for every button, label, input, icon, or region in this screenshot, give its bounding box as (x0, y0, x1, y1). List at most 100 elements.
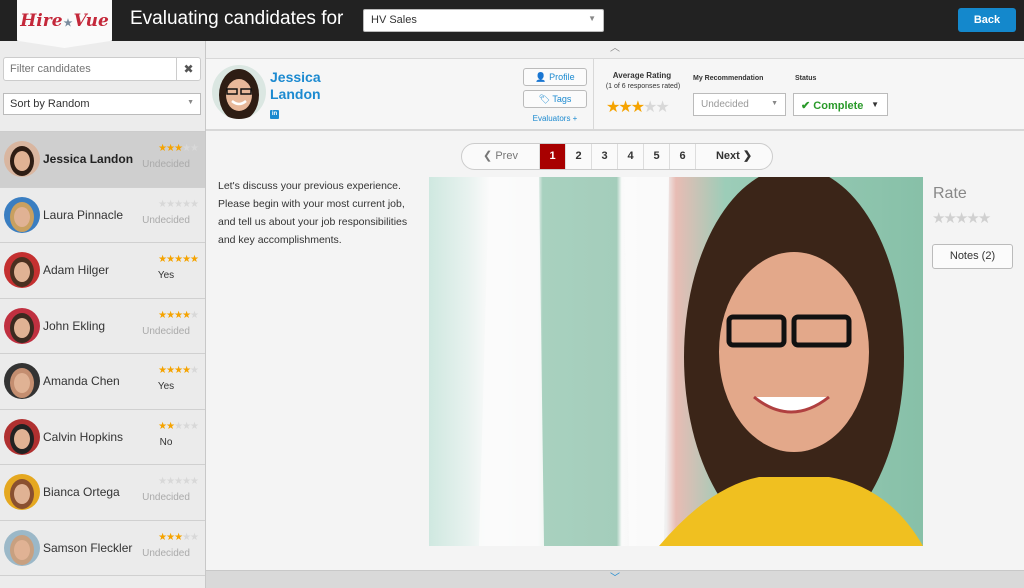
chevron-down-icon: ▼ (588, 14, 596, 23)
star-icon: ★ (182, 531, 191, 543)
candidate-rating-stars: ★★★★★ (158, 531, 199, 543)
star-icon: ★ (166, 254, 175, 265)
star-icon: ★ (182, 198, 191, 210)
star-icon: ★ (190, 420, 199, 432)
candidate-rating-stars: ★★★★★ (158, 420, 199, 432)
candidate-first-name: Jessica (270, 69, 321, 85)
candidate-name: Laura Pinnacle (43, 207, 124, 222)
star-icon: ★ (977, 210, 992, 227)
page-button[interactable]: 1 (539, 144, 565, 169)
collapse-up-button[interactable]: ︿ (206, 41, 1024, 59)
tags-label: Tags (552, 94, 572, 104)
chevron-down-icon: ﹀ (610, 573, 620, 584)
profile-button[interactable]: 👤 Profile (523, 68, 587, 86)
page-button[interactable]: 3 (591, 144, 617, 169)
star-icon: ★ (190, 476, 199, 487)
avatar (4, 529, 40, 566)
response-video[interactable] (429, 177, 923, 546)
user-icon: 👤 (535, 72, 547, 82)
avatar (4, 307, 40, 344)
candidate-item[interactable]: Bianca Ortega ★★★★★ Undecided (0, 465, 205, 521)
star-icon: ★ (158, 254, 167, 265)
logo-star-icon: ★ (63, 18, 73, 29)
hirevue-logo[interactable]: Hire★Vue (17, 0, 112, 48)
clear-filter-icon[interactable]: ✖ (176, 58, 200, 80)
sort-select[interactable]: Sort by Random ▼ (3, 93, 201, 115)
video-frame-image (479, 177, 923, 546)
tags-button[interactable]: 🏷 Tags (523, 90, 587, 108)
star-icon: ★ (174, 198, 183, 210)
my-recommendation-select[interactable]: Undecided ▼ (693, 93, 786, 116)
star-icon: ★ (190, 198, 199, 210)
candidate-avatar (212, 65, 266, 119)
profile-label: Profile (549, 72, 575, 82)
page-title: Evaluating candidates for (130, 8, 344, 29)
candidate-recommendation: Yes (157, 270, 175, 281)
page-button[interactable]: 6 (669, 144, 695, 169)
candidate-item[interactable]: Calvin Hopkins ★★★★★ No (0, 409, 205, 465)
star-icon: ★ (158, 365, 167, 376)
next-label: Next (715, 150, 740, 162)
average-rating-stars: ★★★★★ (606, 97, 670, 117)
page-button[interactable]: 2 (565, 144, 591, 169)
candidate-name: Calvin Hopkins (43, 429, 124, 444)
prev-label: Prev (495, 150, 518, 162)
candidate-item[interactable]: Adam Hilger ★★★★★ Yes (0, 243, 205, 299)
avatar (4, 363, 40, 399)
linkedin-icon[interactable]: in (270, 110, 279, 119)
candidate-header: Jessica Landon in 👤 Profile 🏷 Tags Evalua… (206, 59, 1024, 131)
candidate-recommendation: No (159, 436, 173, 448)
average-rating-label: Average Rating (612, 71, 672, 80)
star-icon: ★ (966, 210, 980, 227)
rate-label: Rate (933, 185, 967, 202)
candidate-name: Samson Fleckler (43, 540, 133, 555)
candidate-item[interactable]: Laura Pinnacle ★★★★★ Undecided (0, 187, 205, 243)
status-dropdown[interactable]: ✔ Complete ▼ (793, 93, 888, 116)
main-panel: ︿ Jessica Landon in 👤 Profile 🏷 Tags Eval… (206, 41, 1024, 588)
page-button[interactable]: 4 (617, 144, 643, 169)
candidate-name: Amanda Chen (43, 374, 120, 389)
star-icon: ★ (174, 254, 183, 265)
candidate-list: Jessica Landon ★★★★★ Undecided Laura Pinnac… (0, 131, 205, 576)
job-select[interactable]: HV Sales ▼ (363, 9, 604, 32)
candidate-name: Jessica Landon (43, 152, 134, 167)
candidate-recommendation: Yes (157, 381, 175, 392)
star-icon: ★ (166, 476, 175, 487)
expand-down-button[interactable]: ﹀ (206, 570, 1024, 588)
star-icon: ★ (174, 476, 183, 487)
star-icon: ★ (643, 99, 657, 116)
status-label: Status (795, 75, 817, 82)
filter-box: ✖ (3, 57, 201, 81)
star-icon: ★ (166, 198, 175, 210)
filter-candidates-input[interactable] (4, 58, 174, 80)
star-icon: ★ (158, 420, 167, 432)
star-icon: ★ (618, 99, 632, 116)
star-icon: ★ (182, 476, 191, 487)
evaluators-link[interactable]: Evaluators + (523, 114, 587, 123)
candidate-recommendation: Undecided (142, 547, 190, 559)
rate-stars[interactable]: ★★★★★ (932, 209, 992, 227)
page-button[interactable]: 5 (643, 144, 669, 169)
candidate-name: Adam Hilger (43, 263, 110, 278)
top-bar: Hire★Vue Evaluating candidates for HV Sa… (0, 0, 1024, 48)
logo-text-right: Vue (73, 11, 109, 31)
avatar (4, 196, 40, 233)
avatar (4, 252, 40, 288)
star-icon: ★ (182, 143, 191, 154)
star-icon: ★ (158, 531, 167, 543)
candidate-item[interactable]: Amanda Chen ★★★★★ Yes (0, 354, 205, 410)
prev-button[interactable]: ❮ Prev (462, 144, 539, 169)
candidate-item[interactable]: John Ekling ★★★★★ Undecided (0, 298, 205, 354)
star-icon: ★ (943, 210, 957, 227)
next-button[interactable]: Next ❯ (695, 144, 772, 169)
star-icon: ★ (954, 210, 969, 227)
candidate-item[interactable]: Jessica Landon ★★★★★ Undecided (0, 132, 205, 188)
notes-button[interactable]: Notes (2) (932, 244, 1013, 269)
back-button[interactable]: Back (958, 8, 1016, 32)
candidate-name: Bianca Ortega (43, 485, 120, 500)
star-icon: ★ (630, 99, 645, 116)
candidate-name: Jessica Landon (270, 69, 350, 103)
star-icon: ★ (158, 476, 167, 487)
star-icon: ★ (606, 99, 620, 116)
candidate-item[interactable]: Samson Fleckler ★★★★★ Undecided (0, 520, 205, 576)
